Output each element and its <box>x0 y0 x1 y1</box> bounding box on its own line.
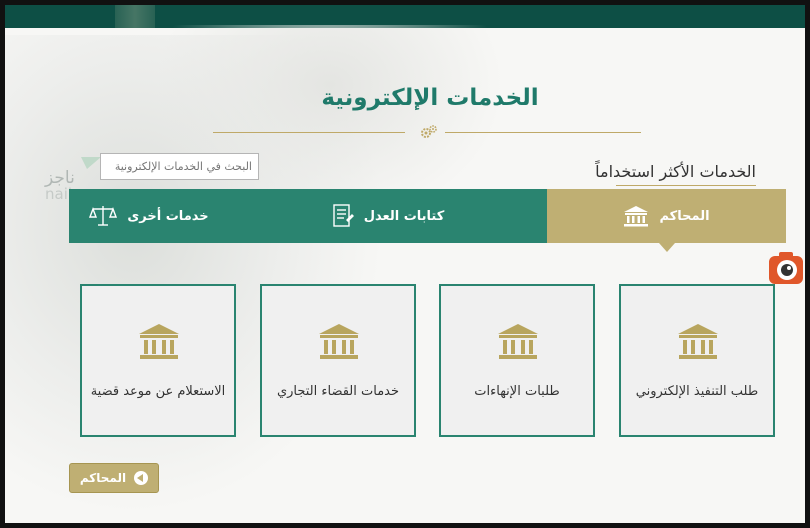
court-building-icon <box>678 324 718 359</box>
search-input[interactable] <box>100 153 259 180</box>
page-title: الخدمات الإلكترونية <box>321 85 539 111</box>
card-label: طلب التنفيذ الإلكتروني <box>635 384 759 399</box>
service-card-termination-requests[interactable]: طلبات الإنهاءات <box>439 284 595 437</box>
top-bar-decoration <box>115 5 155 28</box>
title-divider-left <box>213 132 405 133</box>
tab-courts[interactable]: المحاكم <box>547 189 786 252</box>
services-tabs: خدمات أخرى كتابات العدل المحاكم <box>69 189 786 252</box>
gears-icon <box>421 125 437 138</box>
service-card-case-appointment-inquiry[interactable]: الاستعلام عن موعد قضية <box>80 284 236 437</box>
back-to-courts-button[interactable]: المحاكم <box>69 463 159 493</box>
camera-widget-icon[interactable] <box>767 250 805 286</box>
tab-label: كتابات العدل <box>363 208 445 224</box>
section-title: الخدمات الأكثر استخداماً <box>595 162 756 181</box>
court-building-icon <box>624 206 649 227</box>
card-label: خدمات القضاء التجاري <box>276 384 400 399</box>
section-underline <box>616 185 756 186</box>
tab-label: خدمات أخرى <box>127 208 209 224</box>
document-icon <box>333 204 354 227</box>
tab-notary[interactable]: كتابات العدل <box>229 189 547 243</box>
app-frame: الخدمات الإلكترونية ناجز naiiz الخدمات ا… <box>5 5 805 523</box>
title-divider-right <box>445 132 641 133</box>
scales-icon <box>89 206 118 226</box>
service-card-electronic-execution[interactable]: طلب التنفيذ الإلكتروني <box>619 284 775 437</box>
tab-other-services[interactable]: خدمات أخرى <box>69 189 229 243</box>
service-card-commercial-judiciary[interactable]: خدمات القضاء التجاري <box>260 284 416 437</box>
court-building-icon <box>319 324 359 359</box>
card-label: الاستعلام عن موعد قضية <box>90 384 226 399</box>
arrow-left-icon <box>134 471 149 485</box>
court-building-icon <box>498 324 538 359</box>
back-button-label: المحاكم <box>79 471 127 485</box>
court-building-icon <box>139 324 179 359</box>
tab-label: المحاكم <box>659 208 710 224</box>
card-label: طلبات الإنهاءات <box>474 384 560 399</box>
